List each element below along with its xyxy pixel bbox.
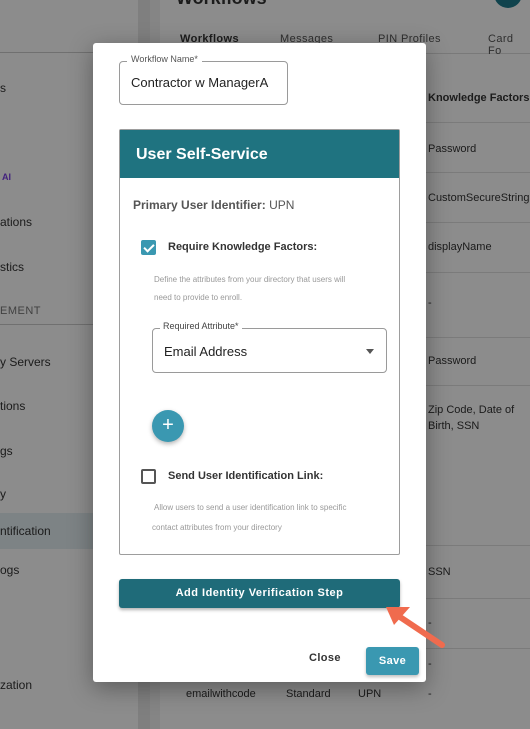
require-kf-help-line-2: need to provide to enroll. (154, 293, 243, 302)
annotation-arrow-icon (386, 607, 445, 648)
workflow-dialog: Workflow Name* Contractor w ManagerA Use… (93, 43, 426, 682)
primary-user-identifier: Primary User Identifier: UPN (133, 198, 294, 212)
send-link-help-line-1: Allow users to send a user identificatio… (154, 503, 347, 512)
require-kf-help-line-1: Define the attributes from your director… (154, 275, 346, 284)
primary-identifier-label: Primary User Identifier: (133, 198, 266, 212)
plus-icon: + (162, 414, 174, 436)
workflow-name-input[interactable]: Contractor w ManagerA (131, 75, 285, 90)
caret-down-icon[interactable] (366, 349, 374, 354)
add-identity-verification-step-button[interactable]: Add Identity Verification Step (119, 579, 400, 608)
add-attribute-button[interactable]: + (152, 410, 184, 442)
close-button[interactable]: Close (309, 652, 341, 664)
send-link-help-line-2: contact attributes from your directory (152, 523, 282, 532)
send-identification-link-label: Send User Identification Link: (168, 470, 324, 482)
panel-header: User Self-Service (120, 130, 399, 178)
add-identity-verification-label: Add Identity Verification Step (175, 587, 344, 599)
save-label: Save (378, 655, 407, 667)
required-attribute-value[interactable]: Email Address (164, 344, 247, 359)
require-knowledge-factors-checkbox[interactable] (141, 240, 156, 255)
send-identification-link-checkbox[interactable] (141, 469, 156, 484)
user-self-service-panel: User Self-Service Primary User Identifie… (119, 129, 400, 555)
workflow-name-label: Workflow Name* (127, 54, 202, 64)
primary-identifier-value: UPN (269, 198, 295, 212)
require-knowledge-factors-label: Require Knowledge Factors: (168, 241, 318, 253)
panel-title: User Self-Service (136, 146, 268, 163)
required-attribute-label: Required Attribute* (160, 321, 242, 331)
